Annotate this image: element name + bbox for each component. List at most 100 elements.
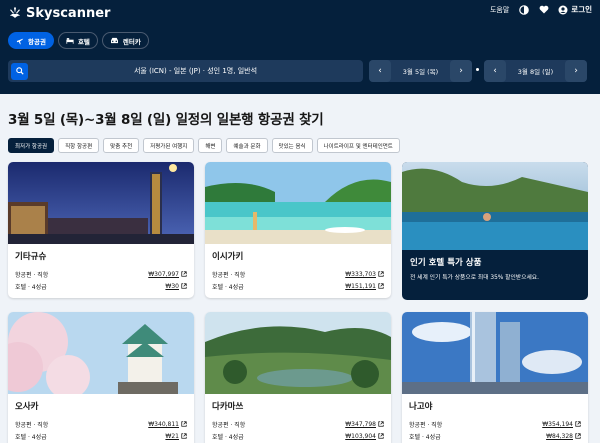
skyscanner-logo[interactable]: Skyscanner <box>8 3 110 23</box>
external-link-icon <box>181 271 187 277</box>
help-link[interactable]: 도움말 <box>490 5 509 15</box>
search-icon <box>15 67 24 75</box>
hotel-deals-promo-card[interactable]: 인기 호텔 특가 상품 전 세계 인기 특가 상품으로 최대 35% 할인받으세… <box>402 162 588 300</box>
flight-price-link[interactable]: ₩347,798 <box>345 421 384 428</box>
flight-price-link[interactable]: ₩354,194 <box>542 421 581 428</box>
destination-card-kitakyushu[interactable]: 기타규슈 항공편 · 직항 ₩307,997 호텔 · 4성급 ₩30 <box>8 162 194 298</box>
flight-price-link[interactable]: ₩333,703 <box>345 271 384 278</box>
globe-icon[interactable] <box>518 4 529 15</box>
flight-price-link[interactable]: ₩340,811 <box>148 421 187 428</box>
hotel-row: 호텔 · 4성급 ₩103,904 <box>212 430 384 442</box>
destination-image <box>402 312 588 394</box>
chip-cheapest[interactable]: 최저가 항공권 <box>8 138 55 153</box>
sunburst-icon <box>10 7 20 18</box>
flight-row: 항공편 · 직항 ₩307,997 <box>15 268 187 280</box>
bed-icon <box>66 38 74 44</box>
chip-direct[interactable]: 직항 항공편 <box>58 138 100 153</box>
hotel-label: 호텔 · 4성급 <box>212 433 244 441</box>
tab-label: 렌터카 <box>122 37 141 46</box>
login-button[interactable]: 로그인 <box>558 4 592 15</box>
external-link-icon <box>378 421 384 427</box>
hotel-price-link[interactable]: ₩84,328 <box>546 433 581 440</box>
destination-image <box>205 312 391 394</box>
hotel-row: 호텔 · 4성급 ₩30 <box>15 280 187 292</box>
external-link-icon <box>378 433 384 439</box>
chevron-right-icon: › <box>459 66 463 76</box>
tab-hotels[interactable]: 호텔 <box>57 32 98 49</box>
prev-depart-button[interactable]: ‹ <box>369 60 391 82</box>
flight-price: ₩340,811 <box>148 420 179 428</box>
top-header: Skyscanner 도움말 로그인 항공권 호텔 렌터카 서울 (ICN) -… <box>0 0 600 94</box>
flight-row: 항공편 · 직항 ₩333,703 <box>212 268 384 280</box>
destination-card-osaka[interactable]: 오사카 항공편 · 직항 ₩340,811 호텔 · 4성급 ₩21 <box>8 312 194 443</box>
destination-image <box>8 312 194 394</box>
prev-return-button[interactable]: ‹ <box>484 60 506 82</box>
depart-date-picker[interactable]: ‹ 3월 5일 (목) › <box>369 60 472 82</box>
city-name: 오사카 <box>15 402 39 412</box>
hotel-label: 호텔 · 4성급 <box>15 433 47 441</box>
search-summary-bar[interactable]: 서울 (ICN) - 일본 (JP) · 성인 1명, 일반석 <box>8 60 363 82</box>
external-link-icon <box>378 271 384 277</box>
destination-image <box>205 162 391 244</box>
external-link-icon <box>575 421 581 427</box>
hotel-row: 호텔 · 4성급 ₩21 <box>15 430 187 442</box>
chip-nightlife[interactable]: 나이트라이프 및 엔터테인먼트 <box>316 138 400 153</box>
hotel-label: 호텔 · 4성급 <box>212 283 244 291</box>
destination-card-ishigaki[interactable]: 이시가키 항공편 · 직항 ₩333,703 호텔 · 4성급 ₩151,191 <box>205 162 391 298</box>
city-name: 기타규슈 <box>15 252 47 262</box>
chevron-right-icon: › <box>574 66 578 76</box>
chip-beach[interactable]: 해변 <box>198 138 223 153</box>
heart-icon[interactable] <box>538 4 549 15</box>
hotel-price-link[interactable]: ₩103,904 <box>345 433 384 440</box>
promo-image <box>402 162 588 250</box>
hotel-price-link[interactable]: ₩21 <box>165 433 187 440</box>
next-return-button[interactable]: › <box>565 60 587 82</box>
page-title: 3월 5일 (목)~3월 8일 (일) 일정의 일본행 항공권 찾기 <box>8 112 324 128</box>
car-icon <box>110 37 118 44</box>
next-depart-button[interactable]: › <box>450 60 472 82</box>
hotel-price-link[interactable]: ₩151,191 <box>345 283 384 290</box>
chevron-left-icon: ‹ <box>493 66 497 76</box>
chip-recommended[interactable]: 맞춤 추천 <box>103 138 140 153</box>
flight-price-link[interactable]: ₩307,997 <box>148 271 187 278</box>
city-name: 나고야 <box>409 402 433 412</box>
search-summary: 서울 (ICN) - 일본 (JP) · 성인 1명, 일반석 <box>133 67 258 75</box>
tab-car-hire[interactable]: 렌터카 <box>101 32 149 49</box>
promo-subtitle: 전 세계 인기 특가 상품으로 최대 35% 할인받으세요. <box>410 275 539 281</box>
destination-card-nagoya[interactable]: 나고야 항공편 · 직항 ₩354,194 호텔 · 4성급 ₩84,328 <box>402 312 588 443</box>
user-icon <box>558 5 568 14</box>
flight-label: 항공편 · 직항 <box>15 271 49 279</box>
flight-label: 항공편 · 직항 <box>212 271 246 279</box>
flight-price: ₩333,703 <box>345 270 376 278</box>
hotel-price-link[interactable]: ₩30 <box>165 283 187 290</box>
flight-label: 항공편 · 직항 <box>409 421 443 429</box>
flight-price: ₩347,798 <box>345 420 376 428</box>
hotel-price: ₩21 <box>165 432 179 440</box>
hotel-row: 호텔 · 4성급 ₩84,328 <box>409 430 581 442</box>
chip-food[interactable]: 맛있는 음식 <box>271 138 313 153</box>
city-name: 이시가키 <box>212 252 244 262</box>
filter-chips: 최저가 항공권 직항 항공편 맞춤 추천 저평가된 여행지 해변 예술과 문화 … <box>8 138 400 153</box>
brand-name: Skyscanner <box>26 5 111 21</box>
chip-arts[interactable]: 예술과 문화 <box>226 138 268 153</box>
hotel-price: ₩103,904 <box>345 432 376 440</box>
search-button[interactable] <box>11 62 28 80</box>
return-date: 3월 8일 (일) <box>517 68 554 76</box>
return-date-picker[interactable]: ‹ 3월 8일 (일) › <box>484 60 587 82</box>
hotel-label: 호텔 · 4성급 <box>409 433 441 441</box>
flight-row: 항공편 · 직항 ₩340,811 <box>15 418 187 430</box>
depart-date: 3월 5일 (목) <box>402 68 439 76</box>
flight-row: 항공편 · 직항 ₩354,194 <box>409 418 581 430</box>
tab-flights[interactable]: 항공권 <box>8 32 54 49</box>
destination-card-takamatsu[interactable]: 다카마쓰 항공편 · 직항 ₩347,798 호텔 · 4성급 ₩103,904 <box>205 312 391 443</box>
top-nav: 도움말 로그인 <box>490 4 592 15</box>
destination-image <box>8 162 194 244</box>
plane-icon <box>16 38 24 44</box>
chip-underrated[interactable]: 저평가된 여행지 <box>143 138 195 153</box>
external-link-icon <box>378 283 384 289</box>
product-tabs: 항공권 호텔 렌터카 <box>8 32 149 49</box>
external-link-icon <box>181 433 187 439</box>
external-link-icon <box>181 283 187 289</box>
hotel-label: 호텔 · 4성급 <box>15 283 47 291</box>
flight-price: ₩307,997 <box>148 270 179 278</box>
